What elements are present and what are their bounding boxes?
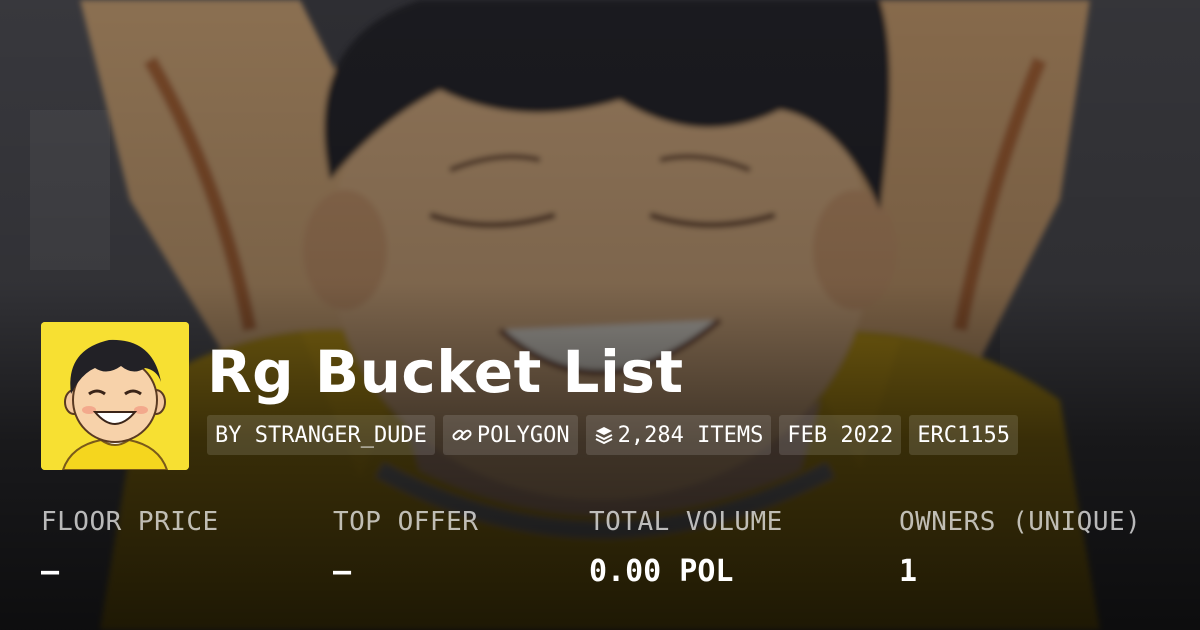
owners-label: OWNERS (UNIQUE) xyxy=(899,507,1142,537)
stat-top-offer: TOP OFFER — xyxy=(333,505,478,591)
top-offer-label: TOP OFFER xyxy=(333,507,479,537)
collection-stats: FLOOR PRICE — TOP OFFER — TOTAL VOLUME 0… xyxy=(41,505,1191,605)
date-tag-label: FEB 2022 xyxy=(787,422,894,448)
stat-total-volume: TOTAL VOLUME 0.00 POL xyxy=(589,505,783,591)
creator-tag-label: BY STRANGER_DUDE xyxy=(215,422,427,448)
items-tag: 2,284 ITEMS xyxy=(585,415,772,455)
collection-avatar xyxy=(41,322,189,470)
collection-avatar-image xyxy=(41,322,189,470)
total-volume-value: 0.00 POL xyxy=(589,554,734,589)
standard-tag-label: ERC1155 xyxy=(917,422,1011,448)
standard-tag: ERC1155 xyxy=(909,415,1019,455)
date-tag: FEB 2022 xyxy=(779,415,902,455)
total-volume-label: TOTAL VOLUME xyxy=(589,507,783,537)
creator-tag[interactable]: BY STRANGER_DUDE xyxy=(207,415,435,455)
owners-value: 1 xyxy=(899,554,918,589)
chain-tag: POLYGON xyxy=(442,415,578,455)
stat-owners: OWNERS (UNIQUE) 1 xyxy=(899,505,1141,591)
stat-floor-price: FLOOR PRICE — xyxy=(41,505,219,591)
top-offer-value: — xyxy=(333,554,352,589)
floor-price-label: FLOOR PRICE xyxy=(41,507,219,537)
chain-tag-label: POLYGON xyxy=(476,422,570,448)
collection-title: Rg Bucket List xyxy=(207,338,684,406)
collection-meta-tags: BY STRANGER_DUDE POLYGON 2,284 ITEMS FEB… xyxy=(207,415,1019,455)
link-icon xyxy=(451,424,473,446)
items-tag-label: 2,284 ITEMS xyxy=(617,422,764,448)
layers-icon xyxy=(594,425,614,445)
floor-price-value: — xyxy=(41,554,60,589)
